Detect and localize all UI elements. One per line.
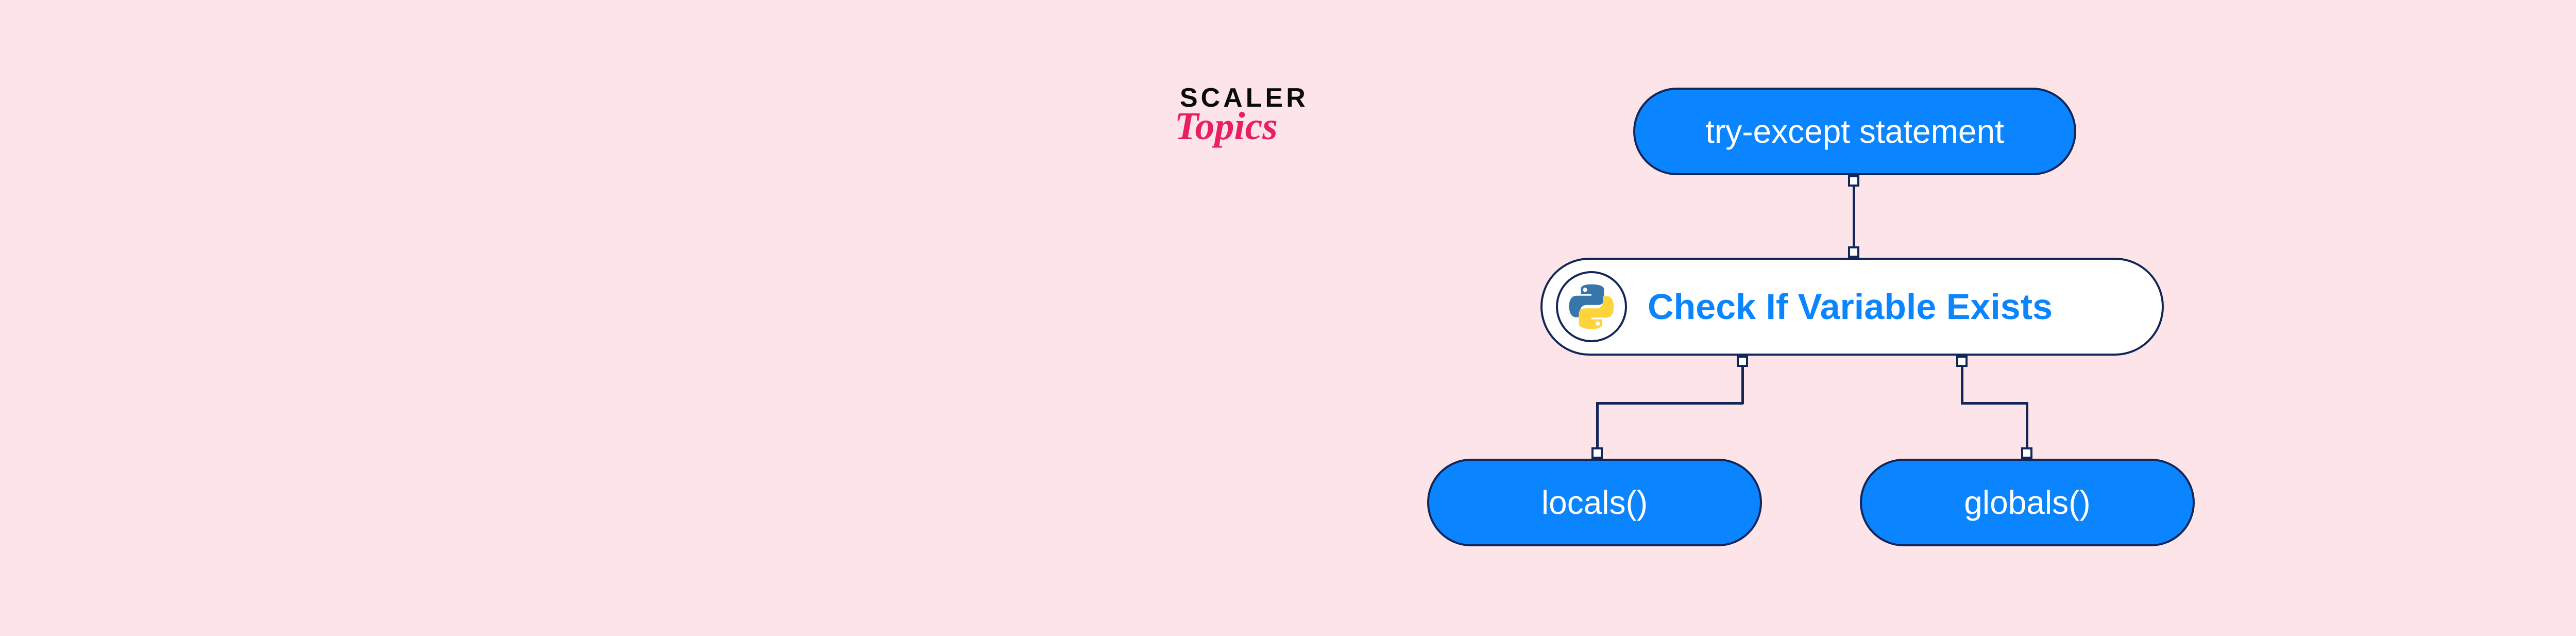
connector-center-to-left (1596, 402, 1743, 405)
node-check-variable-exists: Check If Variable Exists (1540, 258, 2164, 356)
node-try-except: try-except statement (1633, 88, 2076, 175)
connector-port (2021, 447, 2032, 459)
flowchart-diagram: try-except statement Check If Variable E… (1530, 88, 2303, 562)
node-globals: globals() (1860, 459, 2195, 546)
connector-port (1591, 447, 1603, 459)
node-label: Check If Variable Exists (1648, 286, 2053, 327)
connector-port (1956, 356, 1968, 367)
node-label: locals() (1541, 483, 1648, 522)
python-logo-icon (1556, 271, 1627, 342)
connector-center-to-right (1961, 402, 2028, 405)
connector-port (1737, 356, 1748, 367)
node-label: globals() (1964, 483, 2090, 522)
node-label: try-except statement (1705, 112, 2004, 150)
connector-port (1848, 246, 1859, 258)
node-locals: locals() (1427, 459, 1762, 546)
connector-port (1848, 175, 1859, 187)
scaler-topics-logo: SCALER Topics (1180, 82, 1309, 149)
connector-top-to-center (1853, 177, 1855, 258)
